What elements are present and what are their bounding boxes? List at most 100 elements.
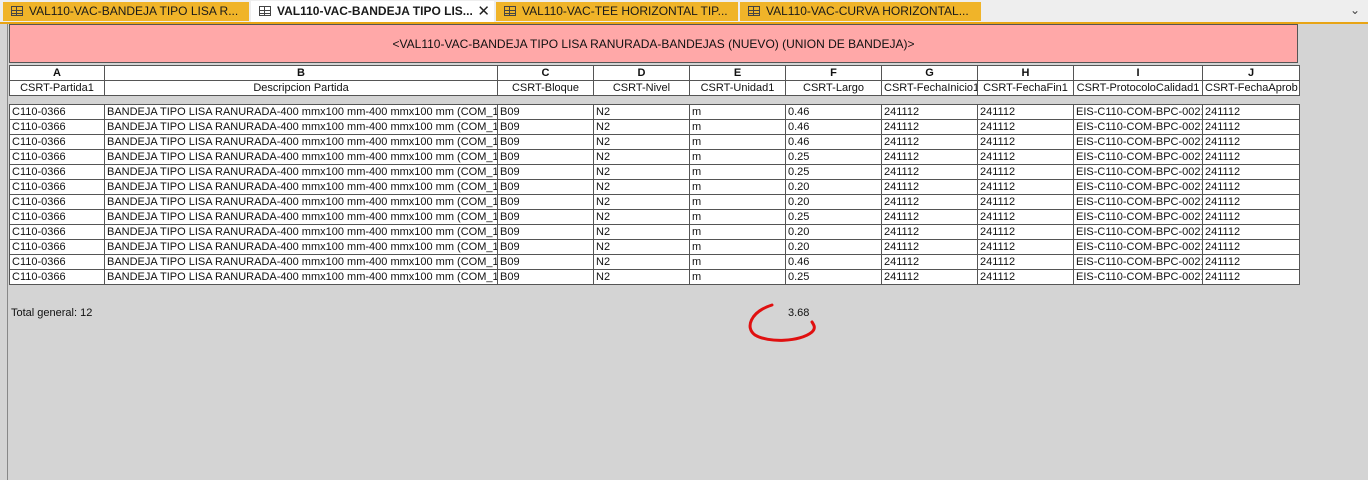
table-row-cell[interactable]: 241112 — [1202, 134, 1300, 150]
table-row-cell[interactable]: C110-0366 — [9, 104, 105, 120]
table-row-cell[interactable]: BANDEJA TIPO LISA RANURADA-400 mmx100 mm… — [104, 164, 498, 180]
table-row-cell[interactable]: N2 — [593, 239, 690, 255]
table-row-cell[interactable]: B09 — [497, 224, 594, 240]
column-header-row-cell[interactable]: CSRT-Nivel — [593, 80, 690, 96]
table-row-cell[interactable]: 0.25 — [785, 209, 882, 225]
column-letter-row-cell[interactable]: C — [497, 65, 594, 81]
column-header-row-cell[interactable]: CSRT-Largo — [785, 80, 882, 96]
table-row-cell[interactable]: 241112 — [881, 209, 978, 225]
table-row-cell[interactable]: 241112 — [881, 119, 978, 135]
table-row-cell[interactable]: 241112 — [1202, 104, 1300, 120]
table-row-cell[interactable]: N2 — [593, 269, 690, 285]
table-row-cell[interactable]: N2 — [593, 119, 690, 135]
table-row-cell[interactable]: C110-0366 — [9, 164, 105, 180]
table-row-cell[interactable]: 241112 — [977, 149, 1074, 165]
table-row-cell[interactable]: 241112 — [977, 224, 1074, 240]
table-row-cell[interactable]: C110-0366 — [9, 269, 105, 285]
table-row-cell[interactable]: 241112 — [977, 164, 1074, 180]
column-letter-row-cell[interactable]: B — [104, 65, 498, 81]
table-row-cell[interactable]: m — [689, 269, 786, 285]
table-row-cell[interactable]: C110-0366 — [9, 134, 105, 150]
table-row-cell[interactable]: B09 — [497, 209, 594, 225]
table-row-cell[interactable]: N2 — [593, 104, 690, 120]
table-row-cell[interactable]: 241112 — [881, 149, 978, 165]
table-row-cell[interactable]: 241112 — [881, 224, 978, 240]
table-row-cell[interactable]: C110-0366 — [9, 239, 105, 255]
tab-tee-horizontal[interactable]: VAL110-VAC-TEE HORIZONTAL TIP... — [496, 2, 738, 21]
table-row-cell[interactable]: m — [689, 224, 786, 240]
table-row-cell[interactable]: BANDEJA TIPO LISA RANURADA-400 mmx100 mm… — [104, 194, 498, 210]
table-row-cell[interactable]: B09 — [497, 149, 594, 165]
tab-curva-horizontal[interactable]: VAL110-VAC-CURVA HORIZONTAL... — [740, 2, 981, 21]
column-letter-row-cell[interactable]: J — [1202, 65, 1300, 81]
close-icon[interactable]: ✕ — [477, 1, 490, 22]
table-row-cell[interactable]: 241112 — [1202, 119, 1300, 135]
table-row-cell[interactable]: 241112 — [977, 179, 1074, 195]
table-row-cell[interactable]: EIS-C110-COM-BPC-0021 — [1073, 164, 1203, 180]
table-row-cell[interactable]: 0.25 — [785, 164, 882, 180]
table-row-cell[interactable]: N2 — [593, 179, 690, 195]
table-row-cell[interactable]: N2 — [593, 254, 690, 270]
table-row-cell[interactable]: C110-0366 — [9, 119, 105, 135]
table-row-cell[interactable]: 241112 — [1202, 254, 1300, 270]
column-header-row-cell[interactable]: CSRT-ProtocoloCalidad1 — [1073, 80, 1203, 96]
column-header-row-cell[interactable]: Descripcion Partida — [104, 80, 498, 96]
table-row-cell[interactable]: 241112 — [881, 104, 978, 120]
table-row-cell[interactable]: BANDEJA TIPO LISA RANURADA-400 mmx100 mm… — [104, 104, 498, 120]
table-row-cell[interactable]: 0.46 — [785, 104, 882, 120]
table-row-cell[interactable]: C110-0366 — [9, 254, 105, 270]
column-header-row-cell[interactable]: CSRT-FechaFin1 — [977, 80, 1074, 96]
column-header-row-cell[interactable]: CSRT-Unidad1 — [689, 80, 786, 96]
column-header-row-cell[interactable]: CSRT-FechaAprob — [1202, 80, 1300, 96]
table-row-cell[interactable]: EIS-C110-COM-BPC-0021 — [1073, 239, 1203, 255]
table-row-cell[interactable]: 241112 — [1202, 209, 1300, 225]
table-row-cell[interactable]: 0.46 — [785, 254, 882, 270]
table-row-cell[interactable]: EIS-C110-COM-BPC-0021 — [1073, 134, 1203, 150]
table-row-cell[interactable]: EIS-C110-COM-BPC-0021 — [1073, 224, 1203, 240]
column-letter-row-cell[interactable]: I — [1073, 65, 1203, 81]
table-row-cell[interactable]: BANDEJA TIPO LISA RANURADA-400 mmx100 mm… — [104, 224, 498, 240]
table-row-cell[interactable]: BANDEJA TIPO LISA RANURADA-400 mmx100 mm… — [104, 119, 498, 135]
table-row-cell[interactable]: EIS-C110-COM-BPC-0021 — [1073, 104, 1203, 120]
column-header-row-cell[interactable]: CSRT-Bloque — [497, 80, 594, 96]
table-row-cell[interactable]: BANDEJA TIPO LISA RANURADA-400 mmx100 mm… — [104, 269, 498, 285]
table-row-cell[interactable]: C110-0366 — [9, 194, 105, 210]
column-header-row-cell[interactable]: CSRT-Partida1 — [9, 80, 105, 96]
table-row-cell[interactable]: 241112 — [1202, 164, 1300, 180]
table-row-cell[interactable]: N2 — [593, 209, 690, 225]
table-row-cell[interactable]: 241112 — [881, 254, 978, 270]
table-row-cell[interactable]: 241112 — [1202, 194, 1300, 210]
table-row-cell[interactable]: BANDEJA TIPO LISA RANURADA-400 mmx100 mm… — [104, 254, 498, 270]
table-row-cell[interactable]: 241112 — [1202, 179, 1300, 195]
table-row-cell[interactable]: m — [689, 149, 786, 165]
table-row-cell[interactable]: m — [689, 209, 786, 225]
table-row-cell[interactable]: B09 — [497, 254, 594, 270]
table-row-cell[interactable]: 241112 — [881, 164, 978, 180]
table-row-cell[interactable]: 241112 — [1202, 239, 1300, 255]
table-row-cell[interactable]: BANDEJA TIPO LISA RANURADA-400 mmx100 mm… — [104, 209, 498, 225]
table-row-cell[interactable]: B09 — [497, 239, 594, 255]
table-row-cell[interactable]: C110-0366 — [9, 209, 105, 225]
table-row-cell[interactable]: 241112 — [881, 179, 978, 195]
table-row-cell[interactable]: B09 — [497, 104, 594, 120]
table-row-cell[interactable]: 241112 — [977, 134, 1074, 150]
table-row-cell[interactable]: 0.25 — [785, 269, 882, 285]
table-row-cell[interactable]: 241112 — [977, 119, 1074, 135]
table-row-cell[interactable]: m — [689, 164, 786, 180]
table-row-cell[interactable]: EIS-C110-COM-BPC-0021 — [1073, 149, 1203, 165]
table-row-cell[interactable]: EIS-C110-COM-BPC-0021 — [1073, 194, 1203, 210]
table-row-cell[interactable]: EIS-C110-COM-BPC-0021 — [1073, 119, 1203, 135]
table-row-cell[interactable]: B09 — [497, 269, 594, 285]
table-row-cell[interactable]: m — [689, 254, 786, 270]
table-row-cell[interactable]: 241112 — [977, 104, 1074, 120]
table-row-cell[interactable]: N2 — [593, 194, 690, 210]
table-row-cell[interactable]: B09 — [497, 179, 594, 195]
table-row-cell[interactable]: B09 — [497, 134, 594, 150]
table-row-cell[interactable]: N2 — [593, 149, 690, 165]
table-row-cell[interactable]: 241112 — [977, 239, 1074, 255]
table-row-cell[interactable]: 241112 — [977, 269, 1074, 285]
table-row-cell[interactable]: m — [689, 119, 786, 135]
table-row-cell[interactable]: 0.25 — [785, 149, 882, 165]
column-letter-row-cell[interactable]: G — [881, 65, 978, 81]
table-row-cell[interactable]: 0.46 — [785, 119, 882, 135]
